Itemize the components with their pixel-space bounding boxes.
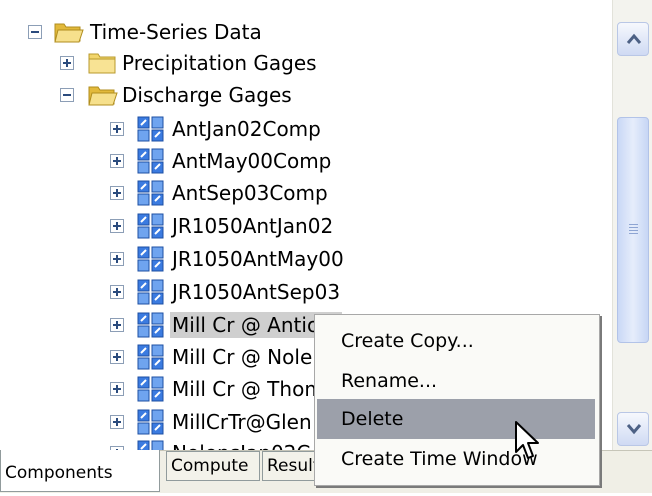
tree-node-gage[interactable]: JR1050AntSep03 bbox=[0, 277, 600, 307]
collapse-minus-icon[interactable] bbox=[60, 88, 74, 102]
gage-icon bbox=[137, 148, 164, 174]
tree-node-label: AntJan02Comp bbox=[172, 117, 321, 141]
expand-plus-icon[interactable] bbox=[110, 285, 124, 299]
tree-node-label: JR1050AntSep03 bbox=[172, 280, 341, 304]
expand-plus-icon[interactable] bbox=[110, 382, 124, 396]
gage-icon bbox=[137, 213, 164, 239]
gage-icon bbox=[137, 440, 164, 450]
mouse-pointer-icon bbox=[515, 421, 539, 459]
tree-node-label: AntMay00Comp bbox=[172, 149, 332, 173]
menu-item-delete[interactable]: Delete bbox=[317, 399, 595, 439]
open-folder-icon bbox=[88, 86, 118, 106]
tree-node-label: Mill Cr @ Thom bbox=[172, 377, 324, 401]
tree-node-label: MillCrTr@Glen bbox=[172, 410, 312, 434]
expand-plus-icon[interactable] bbox=[110, 415, 124, 429]
expand-plus-icon[interactable] bbox=[110, 318, 124, 332]
open-folder-icon bbox=[54, 23, 84, 43]
tree-node-gage[interactable]: AntJan02Comp bbox=[0, 114, 600, 144]
grip-line bbox=[629, 224, 638, 225]
grip-line bbox=[629, 227, 638, 228]
gage-icon bbox=[137, 344, 164, 370]
menu-item-create-copy[interactable]: Create Copy... bbox=[317, 321, 595, 361]
tree-node-label: Discharge Gages bbox=[122, 83, 292, 107]
tree-node-label: AntSep03Comp bbox=[172, 181, 328, 205]
gage-icon bbox=[137, 279, 164, 305]
tree-node-gage[interactable]: JR1050AntMay00 bbox=[0, 244, 600, 274]
context-menu: Create Copy... Rename... Delete Create T… bbox=[314, 314, 600, 486]
tab-components[interactable]: Components bbox=[0, 450, 160, 492]
tree-node-precipitation-gages[interactable]: Precipitation Gages bbox=[0, 48, 600, 78]
vertical-scrollbar[interactable] bbox=[612, 0, 652, 450]
gage-icon bbox=[137, 180, 164, 206]
expand-plus-icon[interactable] bbox=[110, 350, 124, 364]
expand-plus-icon[interactable] bbox=[60, 56, 74, 70]
scroll-thumb[interactable] bbox=[617, 117, 649, 343]
expand-plus-icon[interactable] bbox=[110, 122, 124, 136]
tree-node-label: Precipitation Gages bbox=[122, 51, 317, 75]
grip-line bbox=[629, 233, 638, 234]
menu-item-rename[interactable]: Rename... bbox=[317, 361, 595, 401]
tree-node-discharge-gages[interactable]: Discharge Gages bbox=[0, 80, 600, 110]
tab-compute[interactable]: Compute bbox=[166, 451, 260, 481]
expand-plus-icon[interactable] bbox=[110, 186, 124, 200]
tree-node-label: JR1050AntJan02 bbox=[172, 214, 334, 238]
gage-icon bbox=[137, 246, 164, 272]
tree-node-label: Time-Series Data bbox=[90, 20, 262, 44]
tree-node-gage[interactable]: AntMay00Comp bbox=[0, 146, 600, 176]
gage-icon bbox=[137, 376, 164, 402]
tree-node-label: Mill Cr @ Nolen bbox=[172, 345, 325, 369]
expand-plus-icon[interactable] bbox=[110, 154, 124, 168]
tree-node-label: NolensJan02C bbox=[170, 440, 312, 450]
gage-icon bbox=[137, 312, 164, 338]
gage-icon bbox=[137, 116, 164, 142]
tree-node-gage[interactable]: AntSep03Comp bbox=[0, 178, 600, 208]
chevron-down-icon bbox=[626, 424, 642, 435]
expand-plus-icon[interactable] bbox=[110, 219, 124, 233]
scroll-up-button[interactable] bbox=[617, 22, 649, 56]
tree-node-gage[interactable]: JR1050AntJan02 bbox=[0, 211, 600, 241]
menu-item-create-time-window[interactable]: Create Time Window bbox=[317, 439, 595, 479]
chevron-up-icon bbox=[626, 33, 642, 44]
gage-icon bbox=[137, 409, 164, 435]
scroll-down-button[interactable] bbox=[617, 412, 649, 446]
folder-icon bbox=[88, 53, 116, 74]
tree-node-time-series-data[interactable]: Time-Series Data bbox=[0, 17, 600, 47]
grip-line bbox=[629, 230, 638, 231]
collapse-minus-icon[interactable] bbox=[28, 25, 42, 39]
expand-plus-icon[interactable] bbox=[110, 252, 124, 266]
tree-node-label: JR1050AntMay00 bbox=[172, 247, 344, 271]
